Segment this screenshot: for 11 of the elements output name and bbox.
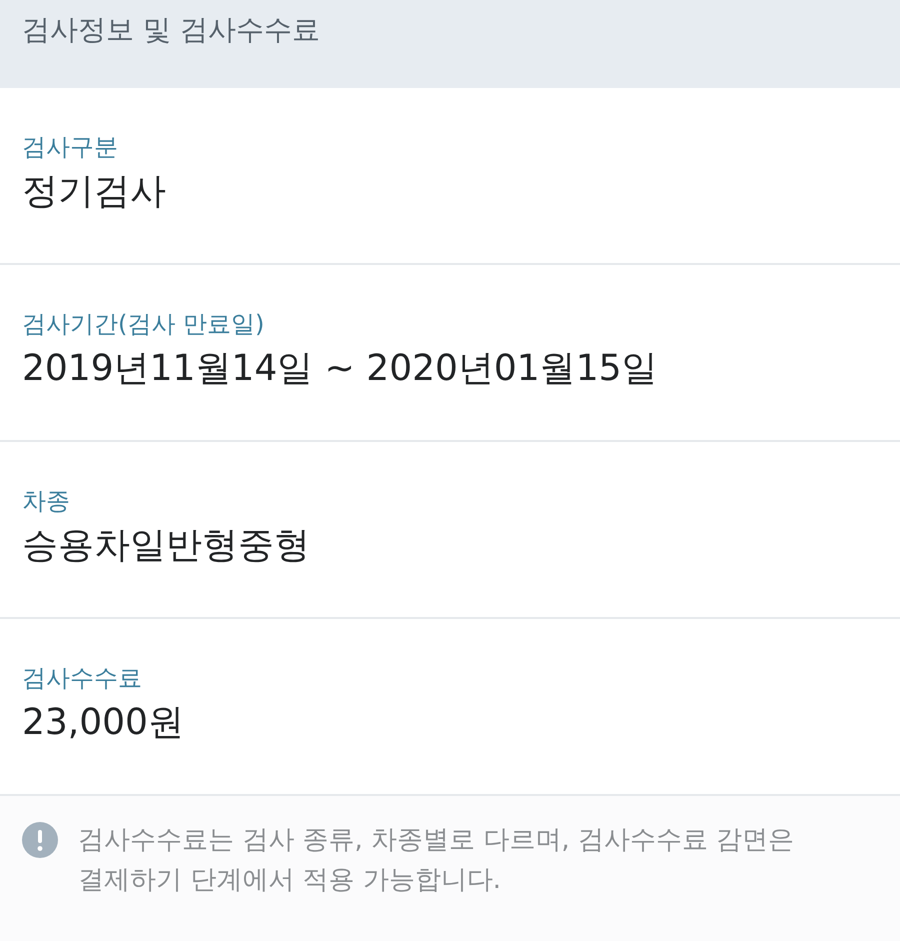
section-title: 검사정보 및 검사수수료 xyxy=(22,12,320,48)
field-label: 검사수수료 xyxy=(22,663,142,693)
field-value: 승용차일반형중형 xyxy=(22,524,310,568)
field-label: 검사기간(검사 만료일) xyxy=(22,309,264,339)
exclamation-icon xyxy=(22,822,58,858)
field-value: 23,000원 xyxy=(22,701,184,745)
notice-text: 검사수수료는 검사 종류, 차종별로 다르며, 검사수수료 감면은 결제하기 단계에서 적용 가능합니다. xyxy=(78,824,796,897)
field-label: 차종 xyxy=(22,486,70,516)
field-value: 정기검사 xyxy=(22,170,166,214)
field-value: 2019년11월14일 ~ 2020년01월15일 xyxy=(22,347,658,391)
field-label: 검사구분 xyxy=(22,132,118,162)
